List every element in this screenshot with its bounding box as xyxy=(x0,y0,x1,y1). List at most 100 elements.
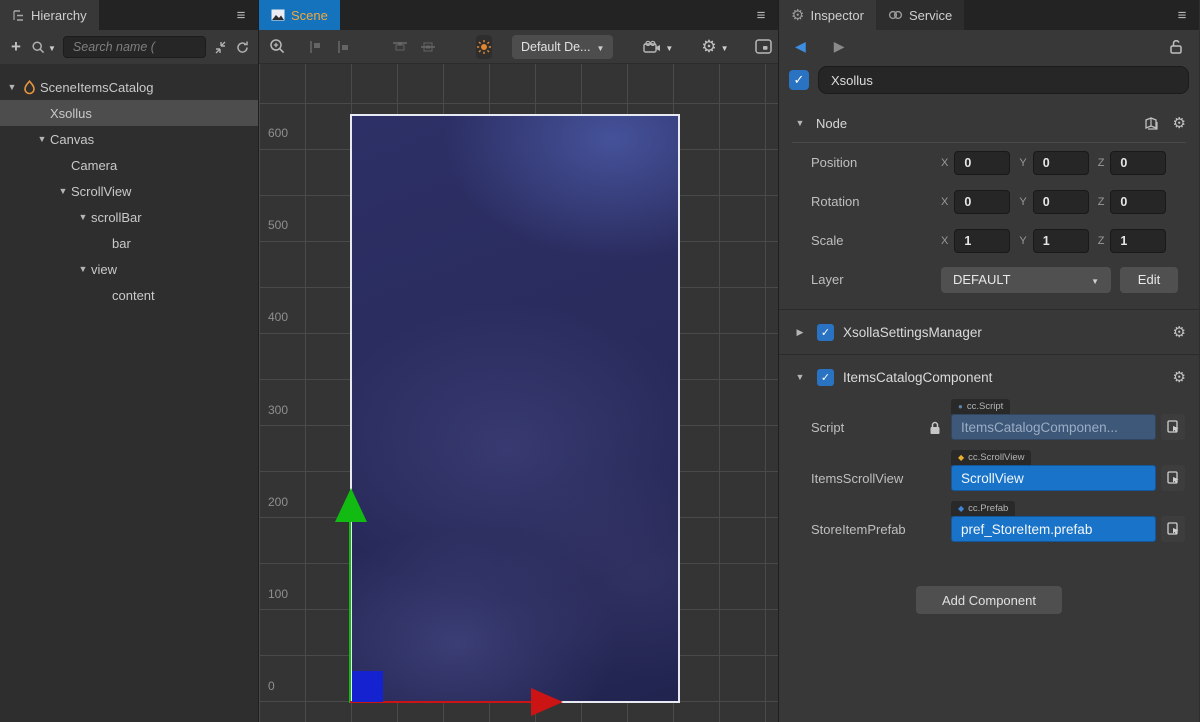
badge-label: cc.Prefab xyxy=(968,503,1008,514)
tree-item-xsollus[interactable]: Xsollus xyxy=(0,100,258,126)
add-component-button[interactable]: Add Component xyxy=(916,586,1062,614)
history-forward-icon[interactable]: ▶ xyxy=(834,38,845,55)
camera-settings-icon[interactable] xyxy=(643,38,673,56)
align-left-icon[interactable] xyxy=(308,40,323,54)
tree-item-camera[interactable]: Camera xyxy=(0,152,258,178)
align-top-icon[interactable] xyxy=(392,40,408,54)
axis-x-label: X xyxy=(941,235,948,247)
minimap-toggle-icon[interactable] xyxy=(755,39,772,54)
search-filter-icon[interactable] xyxy=(31,38,56,56)
hierarchy-tab-label: Hierarchy xyxy=(31,8,87,23)
component-gear-icon[interactable] xyxy=(1173,368,1186,386)
add-node-button[interactable] xyxy=(8,37,24,57)
tab-service[interactable]: Service xyxy=(876,0,964,30)
prefab-type-badge: ◆ cc.Prefab xyxy=(951,501,1015,516)
axis-y-label: Y xyxy=(1019,235,1026,247)
align-center-h-icon[interactable] xyxy=(335,40,350,54)
unlock-icon[interactable] xyxy=(1169,39,1183,54)
node-section-arrow-icon[interactable] xyxy=(792,118,808,128)
tree-item-bar[interactable]: bar xyxy=(0,230,258,256)
position-row: Position X0 Y0 Z0 xyxy=(779,143,1199,182)
scene-light-toggle[interactable] xyxy=(476,35,492,59)
zoom-tool-icon[interactable] xyxy=(269,38,286,55)
tree-item-scrollbar[interactable]: scrollBar xyxy=(0,204,258,230)
rotation-label: Rotation xyxy=(811,194,941,209)
node-gear-icon[interactable] xyxy=(1173,114,1186,132)
rotation-x-input[interactable]: 0 xyxy=(954,190,1010,214)
node-name-input[interactable]: Xsollus xyxy=(818,66,1189,94)
expand-arrow-icon[interactable] xyxy=(4,82,20,92)
tree-item-label: scrollBar xyxy=(91,210,142,225)
storeitemprefab-ref-field[interactable]: pref_StoreItem.prefab xyxy=(951,516,1156,542)
hierarchy-menu-icon[interactable] xyxy=(224,0,258,30)
scale-y-input[interactable]: 1 xyxy=(1033,229,1089,253)
history-back-icon[interactable]: ◀ xyxy=(795,38,806,55)
component-expand-icon[interactable] xyxy=(792,372,808,382)
tab-hierarchy[interactable]: Hierarchy xyxy=(0,0,99,30)
inspector-menu-icon[interactable] xyxy=(1165,0,1199,30)
position-z-input[interactable]: 0 xyxy=(1110,151,1166,175)
node-section-header[interactable]: Node xyxy=(779,104,1199,142)
script-picker-button[interactable] xyxy=(1161,414,1185,440)
component-enabled-checkbox[interactable] xyxy=(817,324,834,341)
node-active-checkbox[interactable] xyxy=(789,70,809,90)
align-middle-v-icon[interactable] xyxy=(420,40,436,54)
scrollview-type-badge: ◆ cc.ScrollView xyxy=(951,450,1031,465)
expand-arrow-icon[interactable] xyxy=(75,212,91,222)
axis-x-label: X xyxy=(941,196,948,208)
tab-inspector[interactable]: Inspector xyxy=(779,0,876,30)
tree-item-label: Canvas xyxy=(50,132,94,147)
component-gear-icon[interactable] xyxy=(1173,323,1186,341)
scene-tab-icon xyxy=(271,9,285,21)
layer-dropdown[interactable]: DEFAULT xyxy=(941,267,1111,293)
x-axis-arrowhead-icon[interactable] xyxy=(531,688,563,716)
tree-item-label: bar xyxy=(112,236,131,251)
position-y-input[interactable]: 0 xyxy=(1033,151,1089,175)
component-header-xsollasettingsmanager[interactable]: XsollaSettingsManager xyxy=(779,310,1199,354)
tree-item-canvas[interactable]: Canvas xyxy=(0,126,258,152)
component-expand-icon[interactable] xyxy=(792,327,808,338)
component-name: ItemsCatalogComponent xyxy=(843,370,992,385)
rotation-z-input[interactable]: 0 xyxy=(1110,190,1166,214)
expand-arrow-icon[interactable] xyxy=(75,264,91,274)
app-window: Hierarchy SceneItemsC xyxy=(0,0,1200,722)
ruler-label: 600 xyxy=(268,126,288,140)
tree-item-content[interactable]: content xyxy=(0,282,258,308)
tree-item-view[interactable]: view xyxy=(0,256,258,282)
scene-asset-icon xyxy=(20,80,38,95)
itemsscrollview-ref-field[interactable]: ScrollView xyxy=(951,465,1156,491)
canvas-node-preview[interactable] xyxy=(350,114,680,703)
rotation-y-input[interactable]: 0 xyxy=(1033,190,1089,214)
position-x-input[interactable]: 0 xyxy=(954,151,1010,175)
tree-item-scrollview[interactable]: ScrollView xyxy=(0,178,258,204)
scene-menu-icon[interactable] xyxy=(744,0,778,30)
layer-label: Layer xyxy=(811,272,941,287)
origin-handle[interactable] xyxy=(352,671,383,702)
scene-gear-icon[interactable] xyxy=(701,37,728,57)
y-axis-arrowhead-icon[interactable] xyxy=(335,488,367,522)
component-name: XsollaSettingsManager xyxy=(843,325,982,340)
expand-arrow-icon[interactable] xyxy=(55,186,71,196)
component-enabled-checkbox[interactable] xyxy=(817,369,834,386)
tree-item-sceneitemscatalog[interactable]: SceneItemsCatalog xyxy=(0,74,258,100)
ruler-label: 500 xyxy=(268,218,288,232)
scene-view-dropdown[interactable]: Default De... xyxy=(512,35,613,59)
search-input[interactable] xyxy=(63,36,206,58)
itemsscrollview-picker-button[interactable] xyxy=(1161,465,1185,491)
script-ref-field[interactable]: ItemsCatalogComponen... xyxy=(951,414,1156,440)
scale-x-input[interactable]: 1 xyxy=(954,229,1010,253)
search-filter-caret-icon xyxy=(48,38,56,56)
type-diamond-icon: ◆ xyxy=(958,453,964,462)
component-header-itemscatalogcomponent[interactable]: ItemsCatalogComponent xyxy=(779,355,1199,399)
storeitemprefab-picker-button[interactable] xyxy=(1161,516,1185,542)
tab-scene[interactable]: Scene xyxy=(259,0,340,30)
expand-arrow-icon[interactable] xyxy=(34,134,50,144)
scale-z-input[interactable]: 1 xyxy=(1110,229,1166,253)
layer-edit-button[interactable]: Edit xyxy=(1120,267,1178,293)
y-axis-gizmo[interactable] xyxy=(349,520,351,703)
refresh-icon[interactable] xyxy=(235,40,250,55)
docs-book-icon[interactable] xyxy=(1144,117,1159,130)
scene-viewport[interactable]: 600 500 400 300 200 100 0 xyxy=(259,64,778,722)
storeitemprefab-field-row: StoreItemPrefab ◆ cc.Prefab pref_StoreIt… xyxy=(779,501,1199,542)
collapse-all-icon[interactable] xyxy=(213,40,228,55)
